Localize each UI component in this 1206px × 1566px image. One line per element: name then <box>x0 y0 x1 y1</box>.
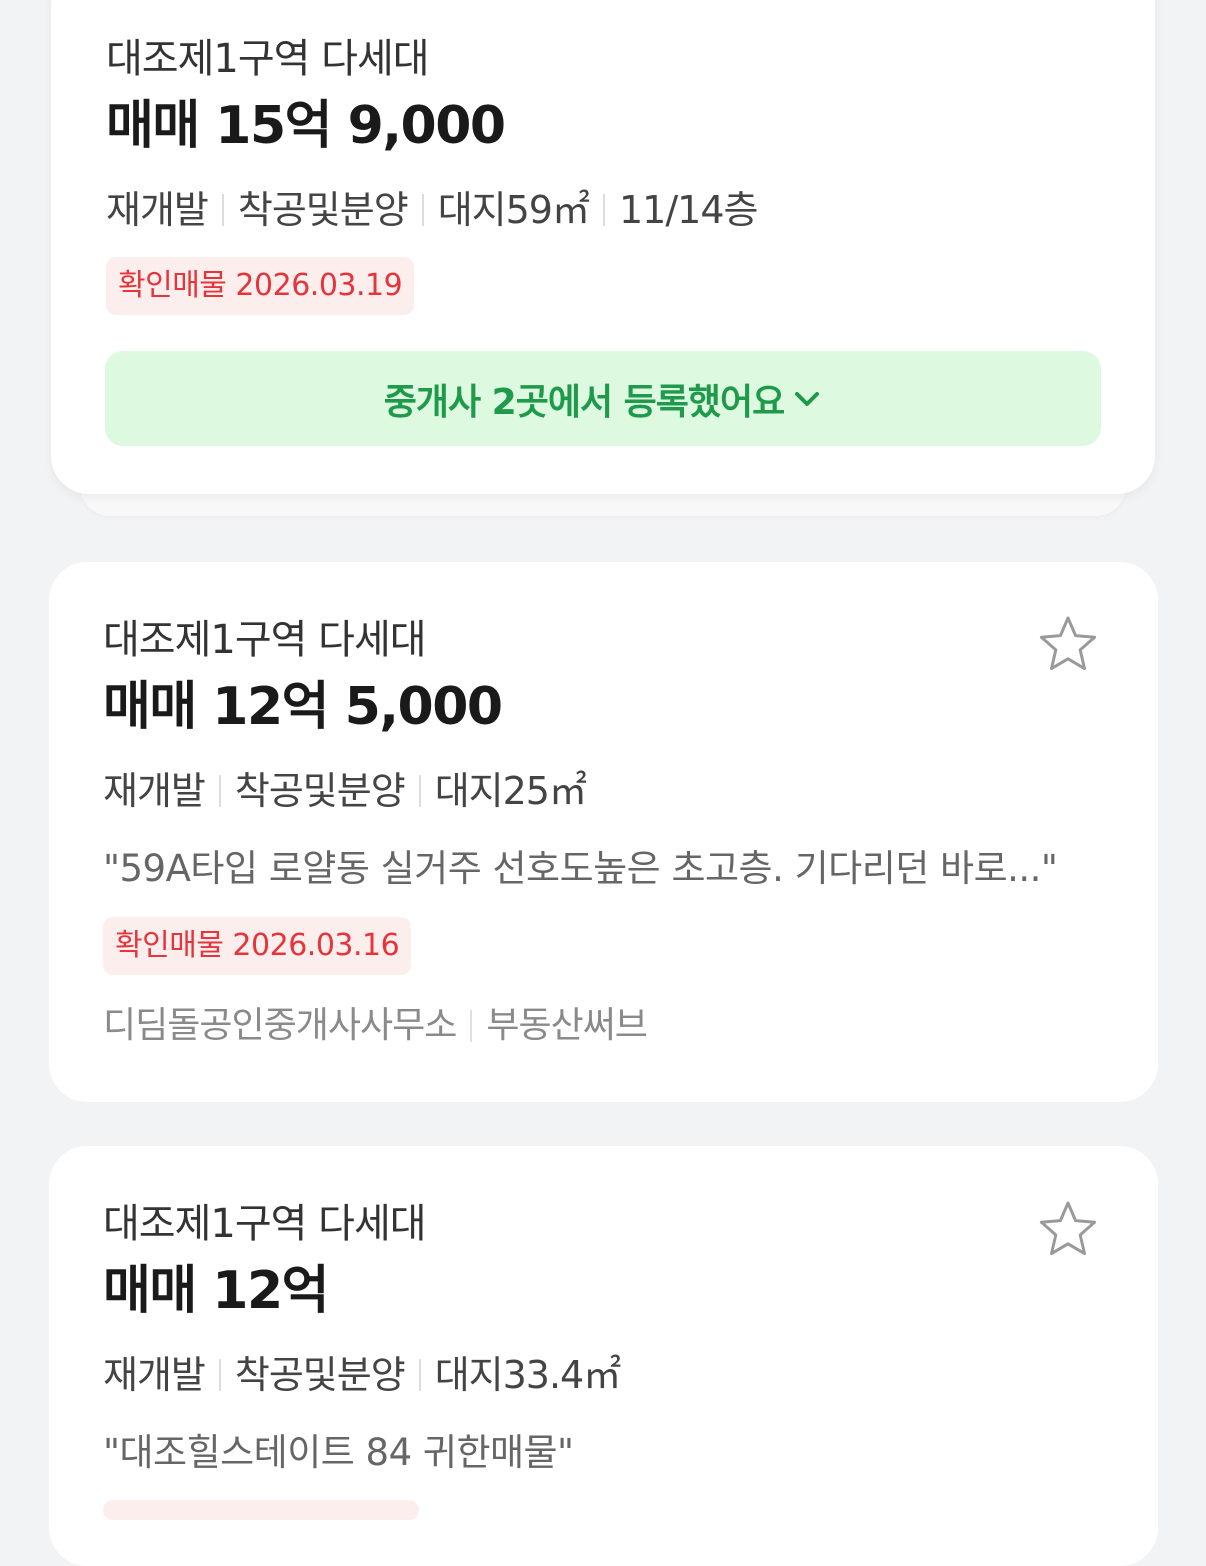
separator <box>418 775 421 807</box>
spec-land-area: 대지59㎡ <box>437 188 590 232</box>
spec-type: 재개발 <box>103 769 206 813</box>
spec-floor: 11/14층 <box>618 188 758 232</box>
listing-title: 대조제1구역 다세대 <box>103 617 427 663</box>
star-outline-icon[interactable] <box>1037 1199 1099 1261</box>
verified-listing-badge-partial <box>103 1500 419 1520</box>
separator <box>218 1359 221 1391</box>
listing-specs: 재개발 착공및분양 대지33.4㎡ <box>103 1352 622 1398</box>
listing-title: 대조제1구역 다세대 <box>103 1201 427 1247</box>
spec-stage: 착공및분양 <box>237 188 409 232</box>
separator <box>221 194 224 226</box>
spec-type: 재개발 <box>103 1353 206 1397</box>
listing-price: 매매 15억 9,000 <box>106 96 506 156</box>
listing-specs: 재개발 착공및분양 대지59㎡ 11/14층 <box>106 187 758 233</box>
listing-description: "대조힐스테이트 84 귀한매물" <box>103 1431 574 1474</box>
listing-specs: 재개발 착공및분양 대지25㎡ <box>103 768 587 814</box>
agencies-expand-label: 중개사 2곳에서 등록했어요 <box>383 381 785 423</box>
agency-name: 디딤돌공인중개사사무소 <box>103 1005 457 1046</box>
verified-listing-badge: 확인매물 2026.03.16 <box>103 917 412 975</box>
separator <box>602 194 605 226</box>
separator <box>421 194 424 226</box>
separator <box>470 1010 473 1042</box>
spec-land-area: 대지33.4㎡ <box>434 1353 622 1397</box>
star-outline-icon[interactable] <box>1037 614 1099 676</box>
agencies-expand-button[interactable]: 중개사 2곳에서 등록했어요 <box>105 351 1101 446</box>
separator <box>218 775 221 807</box>
listing-title: 대조제1구역 다세대 <box>106 36 430 82</box>
agency-list: 디딤돌공인중개사사무소 부동산써브 <box>103 1004 648 1048</box>
spec-stage: 착공및분양 <box>234 769 406 813</box>
listing-description: "59A타입 로얄동 실거주 선호도높은 초고층. 기다리던 바로..." <box>103 847 1058 890</box>
spec-land-area: 대지25㎡ <box>434 769 587 813</box>
separator <box>418 1359 421 1391</box>
verified-listing-badge: 확인매물 2026.03.19 <box>106 257 415 315</box>
listing-price: 매매 12억 <box>103 1261 330 1321</box>
spec-type: 재개발 <box>106 188 209 232</box>
listing-price: 매매 12억 5,000 <box>103 677 503 737</box>
spec-stage: 착공및분양 <box>234 1353 406 1397</box>
chevron-down-icon <box>795 391 820 406</box>
agency-name: 부동산써브 <box>486 1005 648 1046</box>
